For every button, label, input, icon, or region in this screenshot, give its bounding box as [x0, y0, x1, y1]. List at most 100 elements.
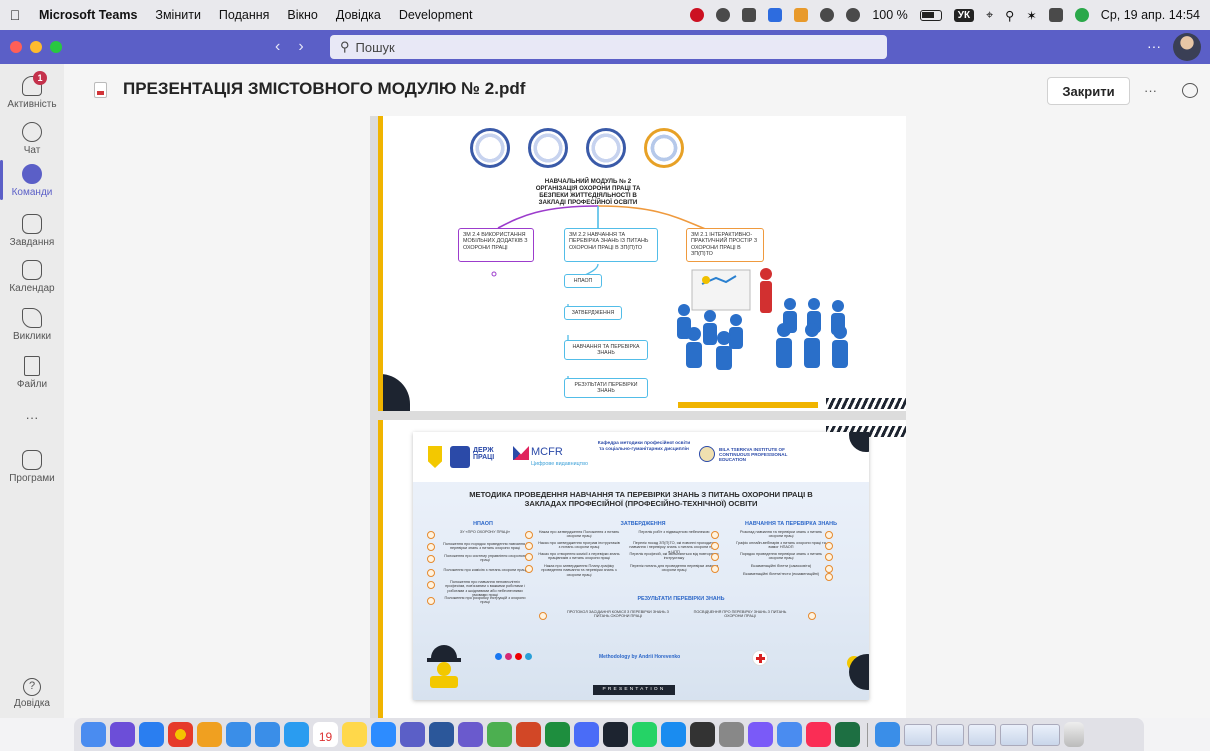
chrome-icon[interactable]: [168, 722, 193, 747]
wifi-icon[interactable]: ⌖: [986, 8, 993, 23]
result-certificate: ПОСВІДЧЕННЯ ПРО ПЕРЕВІРКУ ЗНАНЬ З ПИТАНЬ…: [693, 610, 787, 619]
zoom-icon[interactable]: [371, 722, 396, 747]
tray-shield-icon[interactable]: [716, 8, 731, 22]
rail-item-help[interactable]: ? Довідка: [0, 678, 64, 709]
forward-arrow-icon[interactable]: ›: [298, 38, 303, 56]
poster-item: Положення про навчання неповнолітніх про…: [445, 580, 525, 597]
finder-icon[interactable]: [81, 722, 106, 747]
excel-icon[interactable]: [835, 722, 860, 747]
search-icon: ⚲: [340, 39, 350, 54]
rail-label-calendar: Календар: [9, 283, 55, 294]
powerpoint-icon[interactable]: [516, 722, 541, 747]
downloads-folder-icon[interactable]: [875, 722, 900, 747]
menu-development[interactable]: Development: [390, 8, 482, 22]
social-icons: [495, 653, 532, 660]
back-arrow-icon[interactable]: ‹: [275, 38, 280, 56]
photos-icon[interactable]: [197, 722, 222, 747]
viber-icon[interactable]: [458, 722, 483, 747]
minimized-window-2[interactable]: [936, 723, 964, 746]
trash-icon[interactable]: [1064, 722, 1084, 747]
system-settings-icon[interactable]: [719, 722, 744, 747]
bell-icon: 1: [22, 71, 47, 96]
calendar-dock-icon[interactable]: 19: [313, 722, 338, 747]
rail-item-calls[interactable]: Виклики: [0, 308, 64, 342]
close-document-button[interactable]: Закрити: [1047, 77, 1130, 105]
conversation-icon[interactable]: [1182, 83, 1198, 98]
department-label: Кафедра методики професійної освіти та с…: [597, 441, 691, 452]
word-icon[interactable]: [429, 722, 454, 747]
minimized-window-3[interactable]: [968, 723, 996, 746]
tray-vpn-icon[interactable]: [742, 8, 757, 22]
poster-bullet-icon: [825, 573, 833, 581]
sheets-icon[interactable]: [545, 722, 570, 747]
bluetooth-icon[interactable]: ✶: [1026, 8, 1036, 23]
menu-help[interactable]: Довідка: [327, 8, 390, 22]
pdf-viewer[interactable]: НАВЧАЛЬНИЙ МОДУЛЬ № 2 ОРГАНІЗАЦІЯ ОХОРОН…: [370, 116, 906, 718]
user-avatar[interactable]: [1173, 33, 1201, 61]
classroom-illustration: [677, 268, 848, 370]
dock-separator: [867, 722, 868, 747]
zoom-window-icon[interactable]: [50, 41, 62, 53]
tray-play-icon[interactable]: [846, 8, 861, 22]
poster-bullet-icon: [525, 565, 533, 573]
preview-icon[interactable]: [777, 722, 802, 747]
tray-screenshot-icon[interactable]: [768, 8, 783, 22]
minimized-window-5[interactable]: [1032, 723, 1060, 746]
rail-item-calendar[interactable]: Календар: [0, 260, 64, 294]
mindmap-box-center: ЗМ 2.2 НАВЧАННЯ ТА ПЕРЕВІРКА ЗНАНЬ ІЗ ПИ…: [564, 228, 658, 262]
rail-item-activity[interactable]: 1 Активність: [0, 71, 64, 110]
rail-item-chat[interactable]: Чат: [0, 122, 64, 156]
result-protocol: ПРОТОКОЛ ЗАСІДАННЯ КОМІСІЇ З ПЕРЕВІРКИ З…: [567, 610, 669, 619]
keyboard-layout[interactable]: УК: [953, 8, 975, 22]
tray-dropbox-icon[interactable]: [794, 8, 809, 22]
rail-item-apps[interactable]: Програми: [0, 450, 64, 484]
window-controls: [0, 41, 62, 53]
rail-item-assignments[interactable]: Завдання: [0, 214, 64, 248]
mcfr-label: MCFR: [531, 446, 563, 458]
app-icon-1[interactable]: [574, 722, 599, 747]
poster-item: Графік онлайн-вебінарів з питань охорони…: [736, 541, 826, 550]
menu-app-name[interactable]: Microsoft Teams: [30, 8, 146, 22]
whatsapp-icon[interactable]: [632, 722, 657, 747]
poster-bullet-icon: [711, 542, 719, 550]
menu-edit[interactable]: Змінити: [146, 8, 210, 22]
page-accent-bar: [378, 116, 383, 411]
presentation-label: PRESENTATION: [593, 685, 675, 695]
menu-window[interactable]: Вікно: [278, 8, 326, 22]
spotlight-icon[interactable]: ⚲: [1005, 8, 1014, 23]
menubar-datetime[interactable]: Ср, 19 апр. 14:54: [1101, 8, 1200, 22]
maps-icon[interactable]: [487, 722, 512, 747]
rail-item-teams[interactable]: Команди: [0, 164, 64, 198]
rail-item-files[interactable]: Файли: [0, 356, 64, 390]
battery-icon[interactable]: [919, 9, 942, 21]
launchpad-icon[interactable]: [110, 722, 135, 747]
minimize-window-icon[interactable]: [30, 41, 42, 53]
siri-icon[interactable]: [1074, 8, 1089, 22]
notes-icon[interactable]: [342, 722, 367, 747]
safari-icon[interactable]: [139, 722, 164, 747]
apple-menu-icon[interactable]: : [0, 7, 30, 23]
music-icon[interactable]: [806, 722, 831, 747]
telegram-icon[interactable]: [255, 722, 280, 747]
poster-bullet-icon: [825, 542, 833, 550]
minimized-window-1[interactable]: [904, 723, 932, 746]
messenger-icon[interactable]: [284, 722, 309, 747]
app-icon-2[interactable]: [603, 722, 628, 747]
menu-view[interactable]: Подання: [210, 8, 278, 22]
control-center-icon[interactable]: [1048, 8, 1063, 22]
tray-app-icon[interactable]: [690, 8, 705, 22]
mindmap-sub-training: НАВЧАННЯ ТА ПЕРЕВІРКА ЗНАНЬ: [564, 340, 648, 360]
minimized-window-4[interactable]: [1000, 723, 1028, 746]
calculator-icon[interactable]: [690, 722, 715, 747]
document-more-button[interactable]: ···: [1144, 83, 1157, 98]
teams-dock-icon[interactable]: [400, 722, 425, 747]
search-input[interactable]: ⚲ Пошук: [330, 35, 887, 59]
settings-more-button[interactable]: ···: [1147, 38, 1161, 54]
mail-icon[interactable]: [226, 722, 251, 747]
poster-item: Перелік професій, які звільняються від п…: [629, 552, 719, 561]
app-store-icon[interactable]: [661, 722, 686, 747]
close-window-icon[interactable]: [10, 41, 22, 53]
viber-alt-icon[interactable]: [748, 722, 773, 747]
tray-creative-cloud-icon[interactable]: [820, 8, 835, 22]
rail-more-apps[interactable]: ···: [0, 410, 64, 425]
